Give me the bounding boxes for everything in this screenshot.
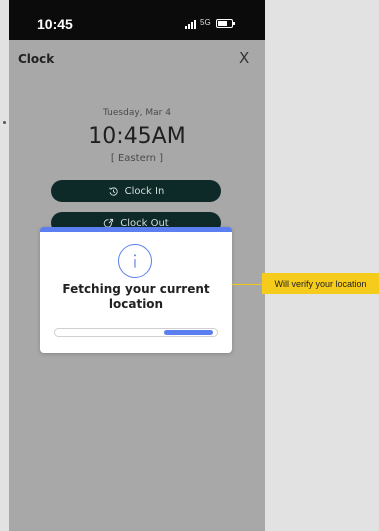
page-title: Clock <box>18 52 55 66</box>
fetching-location-dialog: Fetching your current location <box>40 227 232 353</box>
status-time: 10:45 <box>37 16 73 32</box>
clock-in-button[interactable]: Clock In <box>51 180 221 202</box>
callout-connector <box>232 284 262 285</box>
signal-icon <box>185 20 196 29</box>
bullet-marker <box>3 121 6 124</box>
progress-fill <box>164 330 213 335</box>
current-time: 10:45AM <box>88 124 186 149</box>
location-progress-bar <box>54 328 218 337</box>
clock-in-label: Clock In <box>124 185 165 197</box>
current-date: Tuesday, Mar 4 <box>103 108 171 118</box>
annotation-callout: Will verify your location <box>262 273 379 294</box>
status-bar: 10:45 5G <box>9 0 265 40</box>
clock-in-icon <box>108 186 118 196</box>
info-icon <box>118 244 152 278</box>
time-zone: [ Eastern ] <box>110 153 164 164</box>
fetching-location-text: Fetching your current location <box>62 282 210 311</box>
network-label: 5G <box>200 18 211 27</box>
close-button[interactable]: X <box>239 49 249 67</box>
battery-icon <box>216 19 235 28</box>
